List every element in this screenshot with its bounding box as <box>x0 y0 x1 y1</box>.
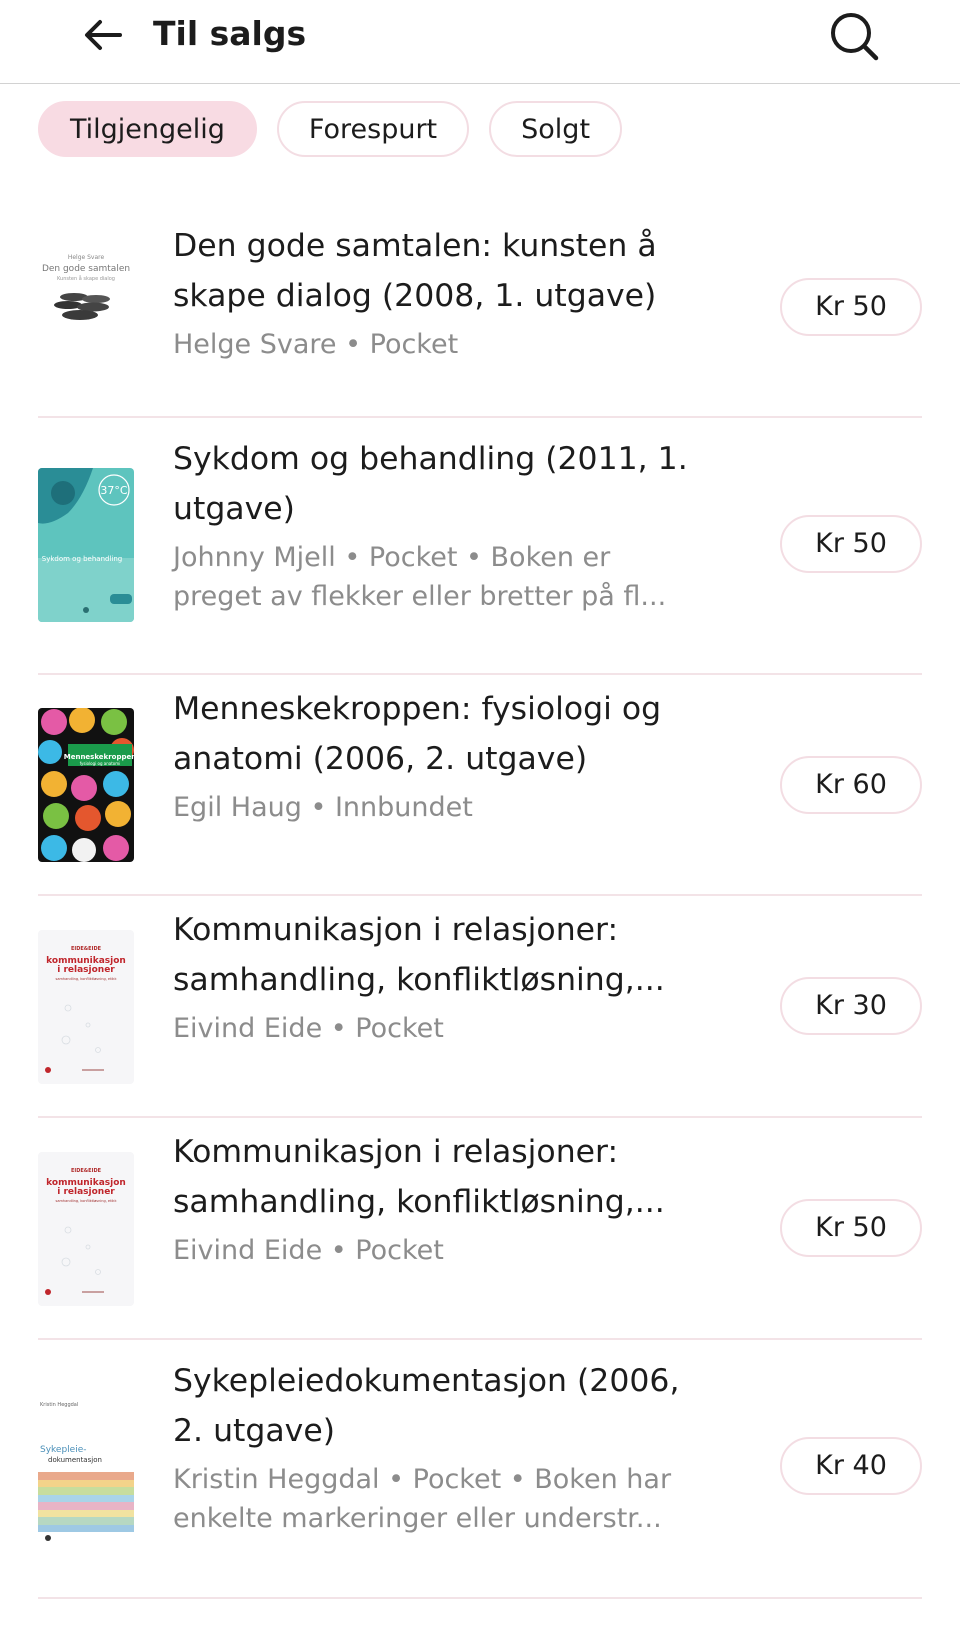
price-badge[interactable]: Kr 40 <box>780 1437 922 1495</box>
book-cover: Kristin Heggdal Sykepleie- dokumentasjon <box>38 1392 134 1546</box>
item-text: Kommunikasjon i relasjoner: samhandling,… <box>173 905 733 1048</box>
item-title-line-2: utgave) <box>173 491 295 527</box>
item-text: Menneskekroppen: fysiologi og anatomi (2… <box>173 684 733 827</box>
cover-title-text: Den gode samtalen <box>42 264 130 274</box>
arrow-left-icon[interactable] <box>80 10 130 60</box>
item-title-line-1: Kommunikasjon i relasjoner: <box>173 1134 619 1170</box>
item-title-line-1: Den gode samtalen: kunsten å <box>173 228 657 264</box>
cover-subtitle-text: samhandling, konfliktløsning, etikk <box>56 977 118 981</box>
tab-forespurt[interactable]: Forespurt <box>276 101 470 157</box>
cover-title-text: Sykdom og behandling <box>42 555 123 563</box>
book-cover: EIDE&EIDE kommunikasjon i relasjoner sam… <box>38 930 134 1084</box>
item-meta-line-2: enkelte markeringer eller understr... <box>173 1503 662 1534</box>
cover-title-b-text: i relasjoner <box>57 965 115 975</box>
item-title-line-1: Sykepleiedokumentasjon (2006, <box>173 1363 680 1399</box>
item-meta: Egil Haug • Innbundet <box>173 792 473 823</box>
price-badge[interactable]: Kr 50 <box>780 278 922 336</box>
item-title-line-2: samhandling, konfliktløsning,... <box>173 962 665 998</box>
price-badge[interactable]: Kr 50 <box>780 1199 922 1257</box>
cover-title-text: Menneskekroppen <box>64 753 134 761</box>
list-item[interactable]: Menneskekroppen fysiologi og anatomi Men… <box>38 675 922 896</box>
cover-title-a-text: Sykepleie- <box>40 1445 87 1455</box>
price-badge[interactable]: Kr 30 <box>780 977 922 1035</box>
cover-title-b-text: i relasjoner <box>57 1187 115 1197</box>
tab-solgt[interactable]: Solgt <box>489 101 623 157</box>
item-text: Kommunikasjon i relasjoner: samhandling,… <box>173 1127 733 1270</box>
item-meta-line-1: Kristin Heggdal • Pocket • Boken har <box>173 1464 672 1495</box>
cover-publisher-text: EIDE&EIDE <box>71 1168 102 1174</box>
cover-title-b-text: dokumentasjon <box>48 1456 102 1464</box>
cover-subtitle-text: Kunsten å skape dialog <box>57 275 115 282</box>
item-meta-line-1: Johnny Mjell • Pocket • Boken er <box>173 542 611 573</box>
item-title-line-2: 2. utgave) <box>173 1413 335 1449</box>
item-title-line-1: Menneskekroppen: fysiologi og <box>173 691 662 727</box>
tab-tilgjengelig[interactable]: Tilgjengelig <box>38 101 257 157</box>
status-filter-tabs: Tilgjengelig Forespurt Solgt <box>38 101 623 157</box>
cover-subtitle-text: fysiologi og anatomi <box>80 761 121 766</box>
list-item[interactable]: EIDE&EIDE kommunikasjon i relasjoner sam… <box>38 1118 922 1340</box>
top-bar: Til salgs <box>0 0 960 84</box>
item-text: Sykepleiedokumentasjon (2006, 2. utgave)… <box>173 1356 733 1538</box>
item-title-line-2: anatomi (2006, 2. utgave) <box>173 741 588 777</box>
item-title-line-1: Kommunikasjon i relasjoner: <box>173 912 619 948</box>
price-badge[interactable]: Kr 50 <box>780 515 922 573</box>
cover-author-text: Kristin Heggdal <box>40 1402 78 1408</box>
book-cover: 37°C Sykdom og behandling <box>38 468 134 622</box>
item-text: Den gode samtalen: kunsten å skape dialo… <box>173 221 733 364</box>
list-item[interactable]: EIDE&EIDE kommunikasjon i relasjoner sam… <box>38 896 922 1118</box>
item-title-line-2: skape dialog (2008, 1. utgave) <box>173 278 657 314</box>
book-cover: EIDE&EIDE kommunikasjon i relasjoner sam… <box>38 1152 134 1306</box>
item-meta: Helge Svare • Pocket <box>173 329 459 360</box>
item-text: Sykdom og behandling (2011, 1. utgave) J… <box>173 434 733 616</box>
list-item[interactable]: 37°C Sykdom og behandling Sykdom og beha… <box>38 418 922 675</box>
search-icon[interactable] <box>826 8 882 64</box>
book-cover: Helge Svare Den gode samtalen Kunsten å … <box>38 227 134 337</box>
cover-badge-text: 37°C <box>100 484 127 497</box>
book-cover: Menneskekroppen fysiologi og anatomi <box>38 708 134 862</box>
item-meta: Eivind Eide • Pocket <box>173 1013 444 1044</box>
list-item[interactable]: Helge Svare Den gode samtalen Kunsten å … <box>38 205 922 418</box>
cover-subtitle-text: samhandling, konfliktløsning, etikk <box>56 1199 118 1203</box>
item-title-line-1: Sykdom og behandling (2011, 1. <box>173 441 688 477</box>
item-title-line-2: samhandling, konfliktløsning,... <box>173 1184 665 1220</box>
list-item[interactable]: Kristin Heggdal Sykepleie- dokumentasjon… <box>38 1340 922 1599</box>
item-meta: Eivind Eide • Pocket <box>173 1235 444 1266</box>
cover-publisher-text: EIDE&EIDE <box>71 946 102 952</box>
price-badge[interactable]: Kr 60 <box>780 756 922 814</box>
page-title: Til salgs <box>153 14 307 53</box>
cover-author-text: Helge Svare <box>68 254 105 261</box>
item-meta-line-2: preget av flekker eller bretter på fl... <box>173 581 667 612</box>
